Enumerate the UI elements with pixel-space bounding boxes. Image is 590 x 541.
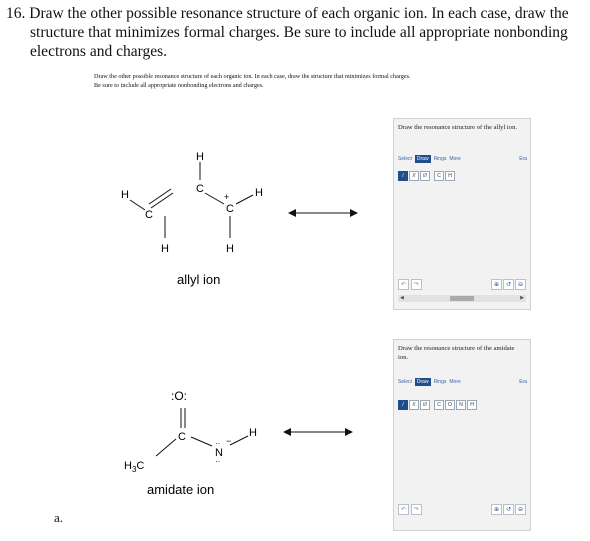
double-bond-tool[interactable]: // bbox=[409, 400, 419, 410]
tab-select[interactable]: Select bbox=[398, 156, 412, 162]
tab-select[interactable]: Select bbox=[398, 379, 412, 385]
tab-rings[interactable]: Rings bbox=[434, 379, 447, 385]
panel-title: Draw the resonance structure of the ally… bbox=[398, 124, 518, 131]
allyl-caption: allyl ion bbox=[177, 272, 220, 287]
tab-draw[interactable]: Draw bbox=[414, 155, 431, 163]
resonance-arrow bbox=[288, 209, 358, 217]
canvas-controls: ↶ ↷ ⊕ ↺ ⊖ bbox=[398, 279, 526, 290]
atom-h-button[interactable]: H bbox=[445, 171, 455, 181]
amidate-ion-structure: :O: C H3C N ·· ·· − H amidate ion bbox=[124, 389, 257, 497]
amidate-h: H bbox=[249, 427, 257, 439]
inner-prompt-line-2: Be sure to include all appropriate nonbo… bbox=[94, 82, 264, 89]
question-line-3: electrons and charges. bbox=[30, 43, 168, 60]
allyl-h-right: H bbox=[255, 187, 263, 199]
allyl-c1: C bbox=[145, 209, 153, 221]
undo-icon[interactable]: ↶ bbox=[398, 504, 409, 515]
atom-c-button[interactable]: C bbox=[434, 400, 444, 410]
reset-zoom-icon[interactable]: ↺ bbox=[503, 279, 514, 290]
amidate-carbon: C bbox=[178, 431, 186, 443]
scroll-thumb[interactable] bbox=[450, 296, 474, 301]
scroll-right-icon[interactable]: ▶ bbox=[520, 295, 524, 302]
scroll-left-icon[interactable]: ◀ bbox=[400, 295, 404, 302]
zoom-out-icon[interactable]: ⊖ bbox=[515, 504, 526, 515]
bond-atom-tools: / // /// C H bbox=[398, 171, 455, 181]
amidate-h3c: H3C bbox=[124, 460, 144, 474]
part-label: a. bbox=[54, 510, 64, 525]
amidate-n-lone-pair-top: ·· bbox=[215, 439, 220, 448]
atom-o-button[interactable]: O bbox=[445, 400, 455, 410]
allyl-c3: C bbox=[226, 203, 234, 215]
tool-tabs: Select Draw Rings More bbox=[398, 378, 461, 386]
question-line-2: structure that minimizes formal charges.… bbox=[30, 24, 568, 41]
single-bond-tool[interactable]: / bbox=[398, 400, 408, 410]
question-number: 16. bbox=[6, 5, 26, 22]
atom-h-button[interactable]: H bbox=[467, 400, 477, 410]
tool-tabs: Select Draw Rings More bbox=[398, 155, 461, 163]
amidate-caption: amidate ion bbox=[147, 482, 214, 497]
bond-atom-tools: / // /// C O N H bbox=[398, 400, 477, 410]
allyl-h-bottom-right: H bbox=[226, 243, 234, 255]
atom-c-button[interactable]: C bbox=[434, 171, 444, 181]
canvas-controls: ↶ ↷ ⊕ ↺ ⊖ bbox=[398, 504, 526, 515]
amidate-oxygen: :O: bbox=[171, 389, 187, 403]
reset-zoom-icon[interactable]: ↺ bbox=[503, 504, 514, 515]
triple-bond-tool[interactable]: /// bbox=[420, 171, 430, 181]
amidate-charge: − bbox=[226, 436, 231, 446]
allyl-c2: C bbox=[196, 183, 204, 195]
inner-prompt: Draw the other possible resonance struct… bbox=[94, 72, 564, 90]
double-bond-tool[interactable]: // bbox=[409, 171, 419, 181]
erase-button[interactable]: Era bbox=[519, 379, 527, 385]
resonance-arrow bbox=[283, 428, 353, 436]
inner-prompt-line-1: Draw the other possible resonance struct… bbox=[94, 73, 411, 80]
triple-bond-tool[interactable]: /// bbox=[420, 400, 430, 410]
allyl-h-left: H bbox=[121, 189, 129, 201]
atom-n-button[interactable]: N bbox=[456, 400, 466, 410]
drawing-panel-allyl[interactable]: Draw the resonance structure of the ally… bbox=[393, 118, 531, 310]
erase-button[interactable]: Era bbox=[519, 156, 527, 162]
redo-icon[interactable]: ↷ bbox=[411, 279, 422, 290]
allyl-h-bottom-left: H bbox=[161, 243, 169, 255]
tab-more[interactable]: More bbox=[449, 156, 460, 162]
zoom-in-icon[interactable]: ⊕ bbox=[491, 279, 502, 290]
tab-draw[interactable]: Draw bbox=[414, 378, 431, 386]
drawing-panel-amidate[interactable]: Draw the resonance structure of the amid… bbox=[393, 339, 531, 531]
tab-rings[interactable]: Rings bbox=[434, 156, 447, 162]
allyl-charge: + bbox=[224, 192, 229, 202]
zoom-in-icon[interactable]: ⊕ bbox=[491, 504, 502, 515]
tab-more[interactable]: More bbox=[449, 379, 460, 385]
amidate-n-lone-pair-bottom: ·· bbox=[215, 457, 220, 466]
question-text: 16. Draw the other possible resonance st… bbox=[6, 4, 586, 61]
horizontal-scrollbar[interactable]: ◀ ▶ bbox=[398, 295, 526, 302]
zoom-out-icon[interactable]: ⊖ bbox=[515, 279, 526, 290]
panel-title: Draw the resonance structure of the amid… bbox=[398, 345, 515, 361]
question-line-1: Draw the other possible resonance struct… bbox=[29, 5, 569, 22]
single-bond-tool[interactable]: / bbox=[398, 171, 408, 181]
redo-icon[interactable]: ↷ bbox=[411, 504, 422, 515]
allyl-h-top: H bbox=[196, 151, 204, 163]
undo-icon[interactable]: ↶ bbox=[398, 279, 409, 290]
